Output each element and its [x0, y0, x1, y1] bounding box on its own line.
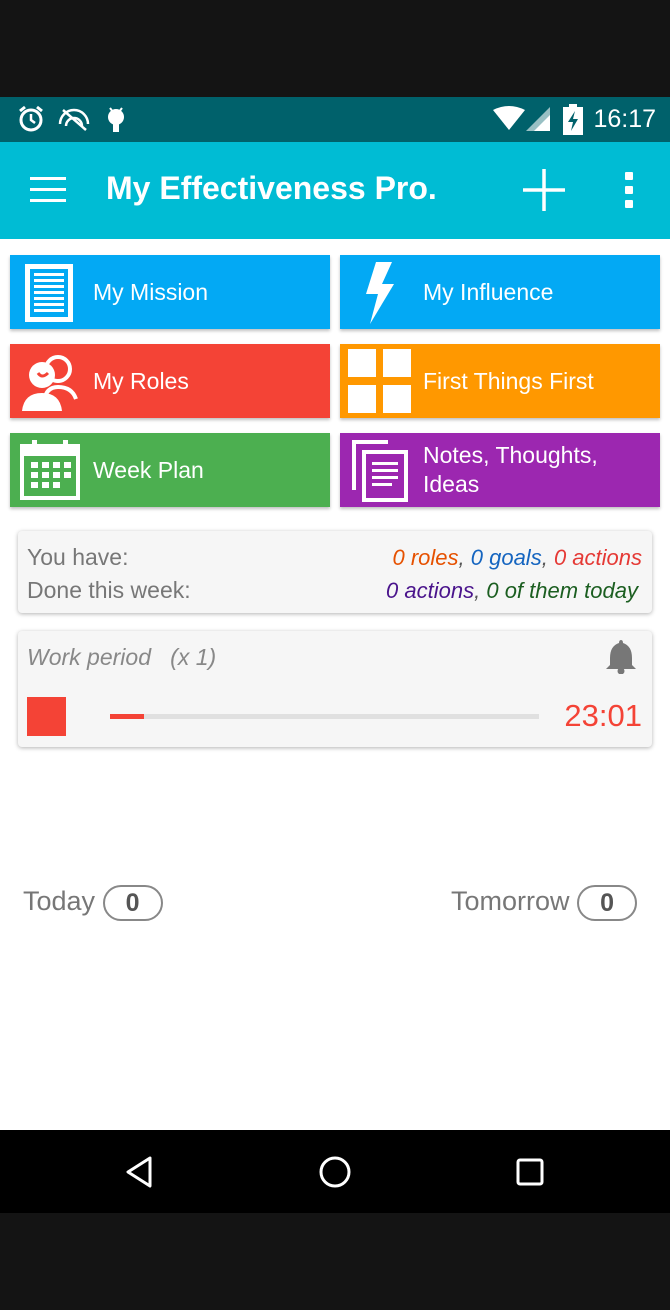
actions-count: 0 actions — [553, 545, 642, 570]
done-actions-count: 0 actions — [386, 578, 475, 603]
tile-my-influence[interactable]: My Influence — [340, 255, 660, 329]
tomorrow-count-badge: 0 — [577, 885, 638, 921]
timer-display: 23:01 — [564, 698, 642, 733]
today-counter[interactable]: Today 0 — [23, 885, 163, 921]
grid-quadrants-icon — [348, 349, 411, 413]
tile-label: My Roles — [93, 368, 189, 394]
tile-label: Notes, Thoughts, Ideas — [423, 441, 598, 499]
tomorrow-label: Tomorrow — [451, 886, 570, 917]
more-options-icon[interactable] — [615, 172, 643, 212]
system-nav-bar — [0, 1130, 670, 1213]
done-this-week-label: Done this week: — [27, 577, 191, 603]
tile-my-roles[interactable]: My Roles — [10, 344, 330, 418]
tile-label-line2: Ideas — [423, 471, 480, 497]
lightning-icon — [366, 262, 394, 324]
people-icon — [22, 355, 78, 411]
tile-label-line1: Notes, Thoughts, — [423, 442, 598, 468]
main-content: My Mission My Influence My Roles First T… — [0, 239, 670, 1130]
progress-track — [110, 714, 539, 719]
stop-button[interactable] — [27, 697, 66, 736]
today-count-badge: 0 — [102, 885, 163, 921]
tile-notes-thoughts-ideas[interactable]: Notes, Thoughts, Ideas — [340, 433, 660, 507]
work-period-multiplier: (x 1) — [170, 644, 217, 670]
progress-fill — [110, 714, 145, 719]
back-icon[interactable] — [120, 1152, 160, 1192]
signal-icon — [526, 107, 550, 131]
stats-card[interactable]: You have: Done this week: 0 roles, 0 goa… — [18, 531, 652, 613]
alarm-icon — [19, 105, 43, 132]
tile-label: My Mission — [93, 279, 209, 305]
tile-label: Week Plan — [93, 457, 204, 483]
recents-icon[interactable] — [510, 1152, 550, 1192]
notes-copy-icon — [352, 440, 408, 502]
bell-icon[interactable] — [605, 638, 637, 674]
tile-my-mission[interactable]: My Mission — [10, 255, 330, 329]
done-summary: 0 actions, 0 of them today — [386, 578, 638, 603]
menu-icon[interactable] — [30, 177, 66, 205]
cast-off-icon — [58, 108, 90, 131]
status-bar: 16:17 — [0, 97, 670, 142]
tile-first-things-first[interactable]: First Things First — [340, 344, 660, 418]
tile-label: First Things First — [423, 368, 594, 394]
document-lines-icon — [25, 264, 73, 322]
add-icon[interactable] — [521, 167, 567, 213]
wifi-icon — [493, 106, 525, 130]
tomorrow-counter[interactable]: Tomorrow 0 — [451, 885, 638, 921]
battery-charging-icon — [563, 104, 583, 135]
totals-summary: 0 roles, 0 goals, 0 actions — [392, 545, 642, 570]
work-period-label: Work period (x 1) — [27, 644, 217, 670]
app-bar: My Effectiveness Pro. — [0, 142, 670, 239]
bottom-black-area — [0, 1213, 670, 1310]
app-title: My Effectiveness Pro. — [106, 170, 437, 206]
status-time: 16:17 — [593, 105, 656, 133]
top-black-area — [0, 0, 670, 97]
android-icon — [108, 107, 124, 132]
you-have-label: You have: — [27, 544, 129, 570]
roles-count: 0 roles — [392, 545, 459, 570]
tile-week-plan[interactable]: Week Plan — [10, 433, 330, 507]
calendar-icon — [20, 440, 80, 500]
work-period-card: Work period (x 1) 23:01 — [18, 631, 652, 747]
tile-label: My Influence — [423, 279, 554, 305]
done-today-count: 0 of them today — [486, 578, 638, 603]
home-icon[interactable] — [315, 1152, 355, 1192]
today-label: Today — [23, 886, 96, 917]
goals-count: 0 goals — [470, 545, 542, 570]
